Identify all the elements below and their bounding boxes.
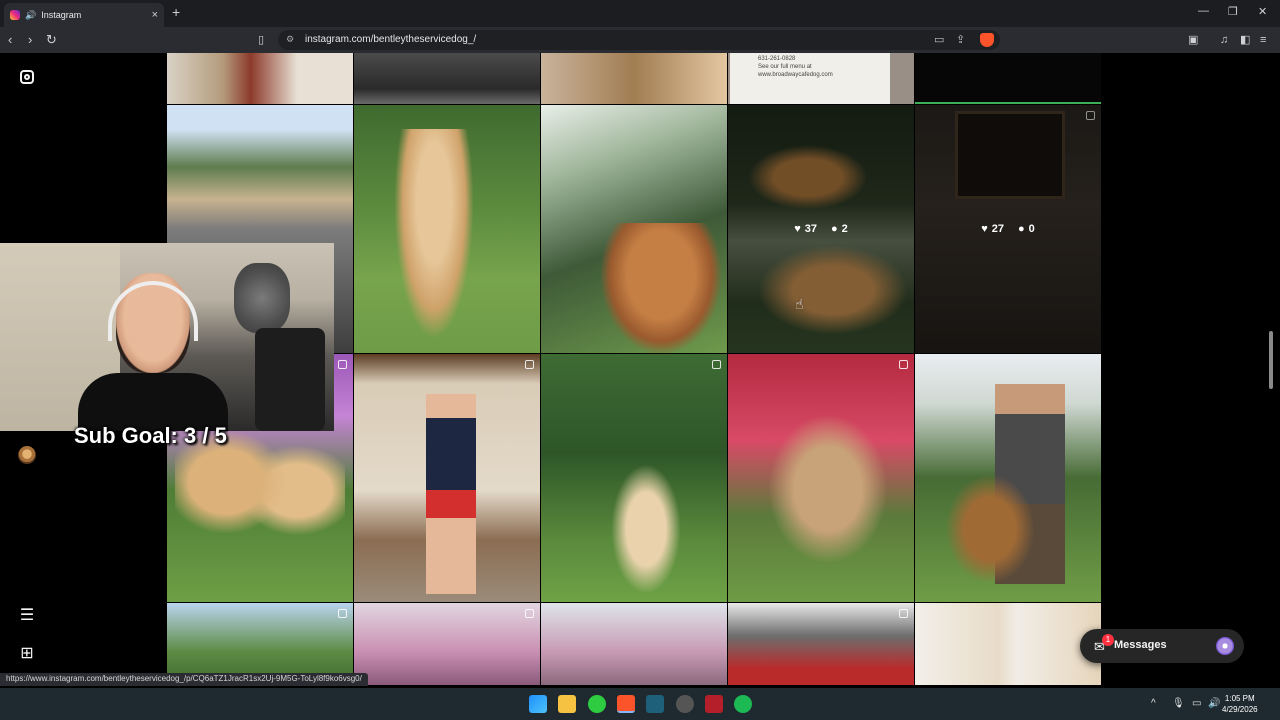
- multiple-posts-icon: [899, 360, 908, 369]
- post-tile[interactable]: [354, 354, 540, 602]
- multiple-posts-icon: [899, 609, 908, 618]
- card-website: www.broadwaycafedog.com: [758, 72, 833, 78]
- minimize-button[interactable]: —: [1198, 5, 1209, 17]
- post-tile[interactable]: [915, 354, 1101, 602]
- system-clock[interactable]: 1:05 PM 4/29/2026: [1222, 693, 1258, 715]
- restore-button[interactable]: ❐: [1228, 5, 1238, 18]
- post-tile-hovered[interactable]: ♥ 37 ● 2: [728, 105, 914, 353]
- post-tile[interactable]: 631-261-0828 See our full menu at www.br…: [728, 53, 914, 104]
- tray-chevron-icon[interactable]: ^: [1151, 698, 1156, 709]
- profile-avatar[interactable]: [17, 445, 37, 465]
- media-icon[interactable]: ♫: [1220, 32, 1228, 48]
- card-line: See our full menu at: [758, 64, 812, 70]
- post-stats-overlay: ♥ 37 ● 2: [728, 105, 914, 353]
- headphones: [108, 281, 198, 341]
- browser-tab-bar: 🔊 Instagram × + — ❐ ✕: [0, 0, 1280, 27]
- instagram-page: ♡ + ☰ ⊞ 631-261-0828 See our full menu a…: [0, 53, 1280, 685]
- windows-start-icon[interactable]: [529, 695, 547, 713]
- card-phone: 631-261-0828: [758, 56, 796, 62]
- post-tile[interactable]: [728, 603, 914, 685]
- comment-icon: ●: [1018, 223, 1025, 235]
- app-icon[interactable]: [705, 695, 723, 713]
- wallet-icon[interactable]: ▣: [1188, 32, 1198, 48]
- post-tile-hovered[interactable]: ♥ 27 ● 0: [915, 105, 1101, 353]
- instagram-logo-icon[interactable]: [17, 67, 37, 87]
- post-tile[interactable]: [167, 53, 353, 104]
- post-tile[interactable]: [541, 105, 727, 353]
- browser-toolbar: ‹ › ↻ ▯ ⚙ instagram.com/bentleytheservic…: [0, 27, 1280, 53]
- post-tile[interactable]: [541, 603, 727, 685]
- microphone: [234, 263, 290, 333]
- share-icon[interactable]: ⇪: [956, 33, 965, 46]
- browser-menu-icon[interactable]: ≡: [1260, 32, 1266, 48]
- post-tile[interactable]: [915, 53, 1101, 104]
- close-tab-icon[interactable]: ×: [152, 9, 158, 21]
- volume-icon[interactable]: 🔊: [1208, 698, 1220, 709]
- multiple-posts-icon: [338, 609, 347, 618]
- post-tile[interactable]: [915, 603, 1101, 685]
- brave-browser-icon[interactable]: [617, 695, 635, 713]
- multiple-posts-icon: [712, 360, 721, 369]
- post-tile[interactable]: [354, 105, 540, 353]
- microphone-icon[interactable]: 🎙: [1172, 698, 1185, 709]
- webcam-overlay: [0, 243, 334, 431]
- clock-date: 4/29/2026: [1222, 705, 1258, 714]
- network-icon[interactable]: ▭: [1192, 698, 1201, 709]
- cast-icon[interactable]: ▭: [934, 33, 944, 46]
- instagram-favicon-icon: [10, 10, 20, 20]
- heart-icon: ♥: [794, 223, 801, 235]
- comment-icon: ●: [831, 223, 838, 235]
- comments-count: ● 2: [831, 223, 848, 235]
- menu-icon[interactable]: ☰: [17, 605, 37, 625]
- status-link-preview: https://www.instagram.com/bentleytheserv…: [0, 673, 368, 686]
- app-icon[interactable]: [646, 695, 664, 713]
- messages-avatar: [1216, 637, 1234, 655]
- post-tile[interactable]: [541, 53, 727, 104]
- multiple-posts-icon: [338, 360, 347, 369]
- post-stats-overlay: ♥ 27 ● 0: [915, 105, 1101, 353]
- reload-icon[interactable]: ↻: [46, 32, 57, 48]
- new-tab-button[interactable]: +: [172, 4, 180, 20]
- forward-icon[interactable]: ›: [28, 32, 32, 48]
- tab-title: Instagram: [41, 10, 82, 20]
- likes-count: ♥ 37: [794, 223, 817, 235]
- post-tile[interactable]: [354, 53, 540, 104]
- address-bar[interactable]: ⚙ instagram.com/bentleytheservicedog_/ ▭…: [278, 30, 1000, 50]
- post-tile[interactable]: [541, 354, 727, 602]
- post-tile[interactable]: [354, 603, 540, 685]
- apps-grid-icon[interactable]: ⊞: [17, 643, 37, 663]
- sub-goal-text: Sub Goal: 3 / 5: [74, 423, 227, 448]
- close-window-button[interactable]: ✕: [1258, 5, 1267, 18]
- multiple-posts-icon: [525, 360, 534, 369]
- brave-shields-icon[interactable]: [980, 33, 994, 47]
- file-explorer-icon[interactable]: [558, 695, 576, 713]
- notification-badge: 1: [1102, 634, 1114, 646]
- hand-cursor-icon: ☝: [795, 296, 804, 312]
- clock-time: 1:05 PM: [1224, 694, 1255, 703]
- sidebar-icon[interactable]: ◧: [1240, 32, 1250, 48]
- messages-label: Messages: [1114, 639, 1167, 651]
- tab-instagram[interactable]: 🔊 Instagram ×: [4, 3, 164, 27]
- comments-count: ● 0: [1018, 223, 1035, 235]
- post-tile[interactable]: [728, 354, 914, 602]
- messages-button[interactable]: ✉ 1 Messages: [1080, 629, 1244, 663]
- heart-icon: ♥: [981, 223, 988, 235]
- app-icon[interactable]: [676, 695, 694, 713]
- bookmark-icon[interactable]: ▯: [258, 32, 264, 48]
- app-icon[interactable]: [588, 695, 606, 713]
- spotify-icon[interactable]: [734, 695, 752, 713]
- multiple-posts-icon: [525, 609, 534, 618]
- url-text: instagram.com/bentleytheservicedog_/: [305, 34, 477, 45]
- back-icon[interactable]: ‹: [8, 32, 12, 48]
- windows-taskbar: ^ 🎙 ▭ 🔊 1:05 PM 4/29/2026: [0, 688, 1280, 720]
- site-info-icon[interactable]: ⚙: [286, 34, 294, 45]
- likes-count: ♥ 27: [981, 223, 1004, 235]
- speaker-icon[interactable]: 🔊: [25, 10, 36, 21]
- page-scrollbar[interactable]: [1268, 53, 1274, 685]
